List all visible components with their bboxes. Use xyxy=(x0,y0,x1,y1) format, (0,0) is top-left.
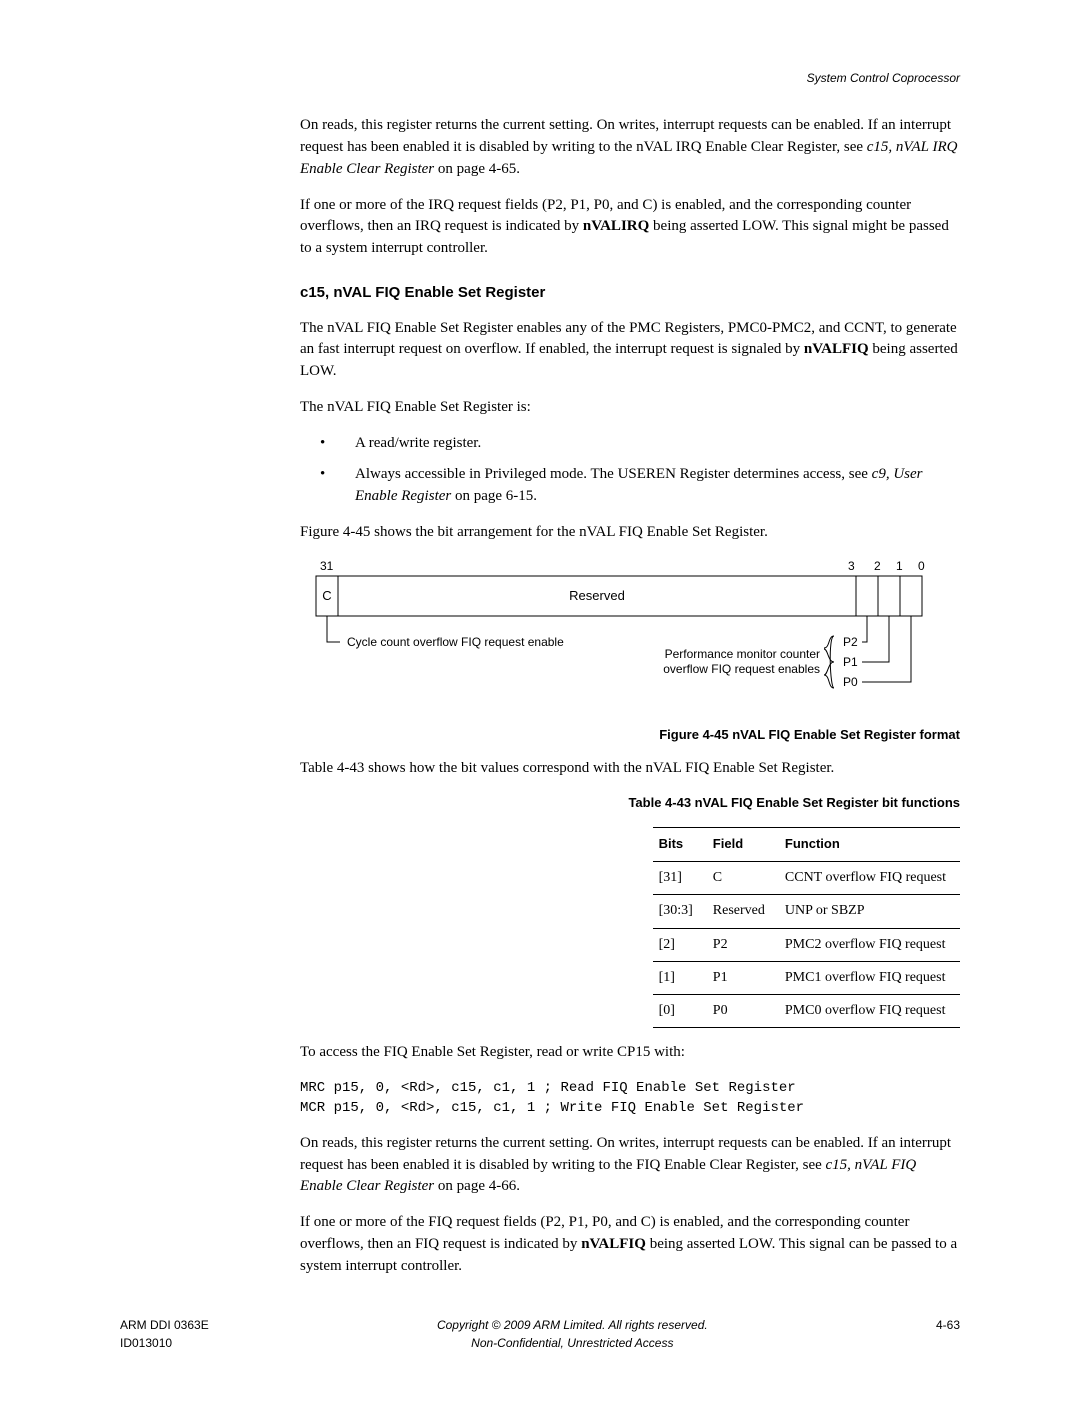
code-block: MRC p15, 0, <Rd>, c15, c1, 1 ; Read FIQ … xyxy=(300,1078,960,1119)
bit-label-2: 2 xyxy=(874,559,881,573)
bit-label-31: 31 xyxy=(320,559,334,573)
cell-function: PMC2 overflow FIQ request xyxy=(779,928,960,961)
page-number: 4-63 xyxy=(936,1317,960,1334)
table-row: [1] P1 PMC1 overflow FIQ request xyxy=(653,961,960,994)
cell-field: P0 xyxy=(707,995,779,1028)
leader-line-p2 xyxy=(862,616,867,642)
bit-label-1: 1 xyxy=(896,559,903,573)
p1-label: P1 xyxy=(843,655,858,669)
footer-left: ARM DDI 0363E ID013010 xyxy=(120,1317,209,1352)
cell-field: P1 xyxy=(707,961,779,994)
cell-field: C xyxy=(707,861,779,894)
table-row: [30:3] Reserved UNP or SBZP xyxy=(653,895,960,928)
table-row: [0] P0 PMC0 overflow FIQ request xyxy=(653,995,960,1028)
text: on page 4-66. xyxy=(434,1178,520,1194)
list-item: Always accessible in Privileged mode. Th… xyxy=(300,464,960,508)
cell-bits: [0] xyxy=(653,995,707,1028)
bitfield-c-label: C xyxy=(322,588,331,603)
bitfield-p2 xyxy=(856,576,878,616)
table-caption: Table 4-43 nVAL FIQ Enable Set Register … xyxy=(300,794,960,813)
copyright: Copyright © 2009 ARM Limited. All rights… xyxy=(209,1317,936,1334)
para-fiq-intro: The nVAL FIQ Enable Set Register enables… xyxy=(300,318,960,383)
doc-subid: ID013010 xyxy=(120,1335,209,1352)
cell-function: UNP or SBZP xyxy=(779,895,960,928)
text: Always accessible in Privileged mode. Th… xyxy=(355,466,872,482)
page-footer: ARM DDI 0363E ID013010 Copyright © 2009 … xyxy=(120,1317,960,1352)
page-header: System Control Coprocessor xyxy=(120,70,960,87)
p2-label: P2 xyxy=(843,635,858,649)
para-register-is: The nVAL FIQ Enable Set Register is: xyxy=(300,397,960,419)
table-header-row: Bits Field Function xyxy=(653,828,960,862)
th-bits: Bits xyxy=(653,828,707,862)
table-row: [31] C CCNT overflow FIQ request xyxy=(653,861,960,894)
figure-caption: Figure 4-45 nVAL FIQ Enable Set Register… xyxy=(300,726,960,745)
leader-line-p1 xyxy=(862,616,889,662)
cell-function: PMC0 overflow FIQ request xyxy=(779,995,960,1028)
doc-id: ARM DDI 0363E xyxy=(120,1317,209,1334)
para-fiq-request: If one or more of the FIQ request fields… xyxy=(300,1212,960,1277)
pm-counter-label-2: overflow FIQ request enables xyxy=(663,662,820,676)
pm-counter-label-1: Performance monitor counter xyxy=(665,647,820,661)
register-figure: 31 3 2 1 0 C Reserved Cycle count overfl… xyxy=(300,558,960,708)
p0-label: P0 xyxy=(843,675,858,689)
cell-bits: [1] xyxy=(653,961,707,994)
cell-function: PMC1 overflow FIQ request xyxy=(779,961,960,994)
th-function: Function xyxy=(779,828,960,862)
confidentiality: Non-Confidential, Unrestricted Access xyxy=(209,1335,936,1352)
list-item: A read/write register. xyxy=(300,433,960,455)
cell-bits: [2] xyxy=(653,928,707,961)
text-bold: nVALFIQ xyxy=(581,1236,646,1252)
text-bold: nVALFIQ xyxy=(804,341,869,357)
cycle-count-label: Cycle count overflow FIQ request enable xyxy=(347,635,564,649)
section-heading: c15, nVAL FIQ Enable Set Register xyxy=(300,282,960,304)
para-fiq-clear: On reads, this register returns the curr… xyxy=(300,1133,960,1198)
cell-function: CCNT overflow FIQ request xyxy=(779,861,960,894)
cell-bits: [31] xyxy=(653,861,707,894)
footer-right: 4-63 xyxy=(936,1317,960,1334)
para-table-ref: Table 4-43 shows how the bit values corr… xyxy=(300,758,960,780)
main-content: On reads, this register returns the curr… xyxy=(300,115,960,1277)
text: on page 4-65. xyxy=(434,161,520,177)
bitfield-p0 xyxy=(900,576,922,616)
bit-label-0: 0 xyxy=(918,559,925,573)
text-bold: nVALIRQ xyxy=(583,218,649,234)
bit-label-3: 3 xyxy=(848,559,855,573)
footer-center: Copyright © 2009 ARM Limited. All rights… xyxy=(209,1317,936,1352)
para-figure-ref: Figure 4-45 shows the bit arrangement fo… xyxy=(300,522,960,544)
leader-line xyxy=(327,616,340,642)
cell-field: Reserved xyxy=(707,895,779,928)
cell-bits: [30:3] xyxy=(653,895,707,928)
bullet-list: A read/write register. Always accessible… xyxy=(300,433,960,508)
para-access: To access the FIQ Enable Set Register, r… xyxy=(300,1042,960,1064)
th-field: Field xyxy=(707,828,779,862)
text: on page 6-15. xyxy=(451,488,537,504)
bitfield-p1 xyxy=(878,576,900,616)
text: On reads, this register returns the curr… xyxy=(300,117,951,155)
para-irq-clear: On reads, this register returns the curr… xyxy=(300,115,960,180)
para-irq-request: If one or more of the IRQ request fields… xyxy=(300,195,960,260)
leader-line-p0 xyxy=(862,616,911,682)
cell-field: P2 xyxy=(707,928,779,961)
bitfield-reserved-label: Reserved xyxy=(569,588,625,603)
bit-functions-table: Bits Field Function [31] C CCNT overflow… xyxy=(653,827,960,1028)
text: A read/write register. xyxy=(355,435,481,451)
table-container: Bits Field Function [31] C CCNT overflow… xyxy=(300,827,960,1028)
table-row: [2] P2 PMC2 overflow FIQ request xyxy=(653,928,960,961)
